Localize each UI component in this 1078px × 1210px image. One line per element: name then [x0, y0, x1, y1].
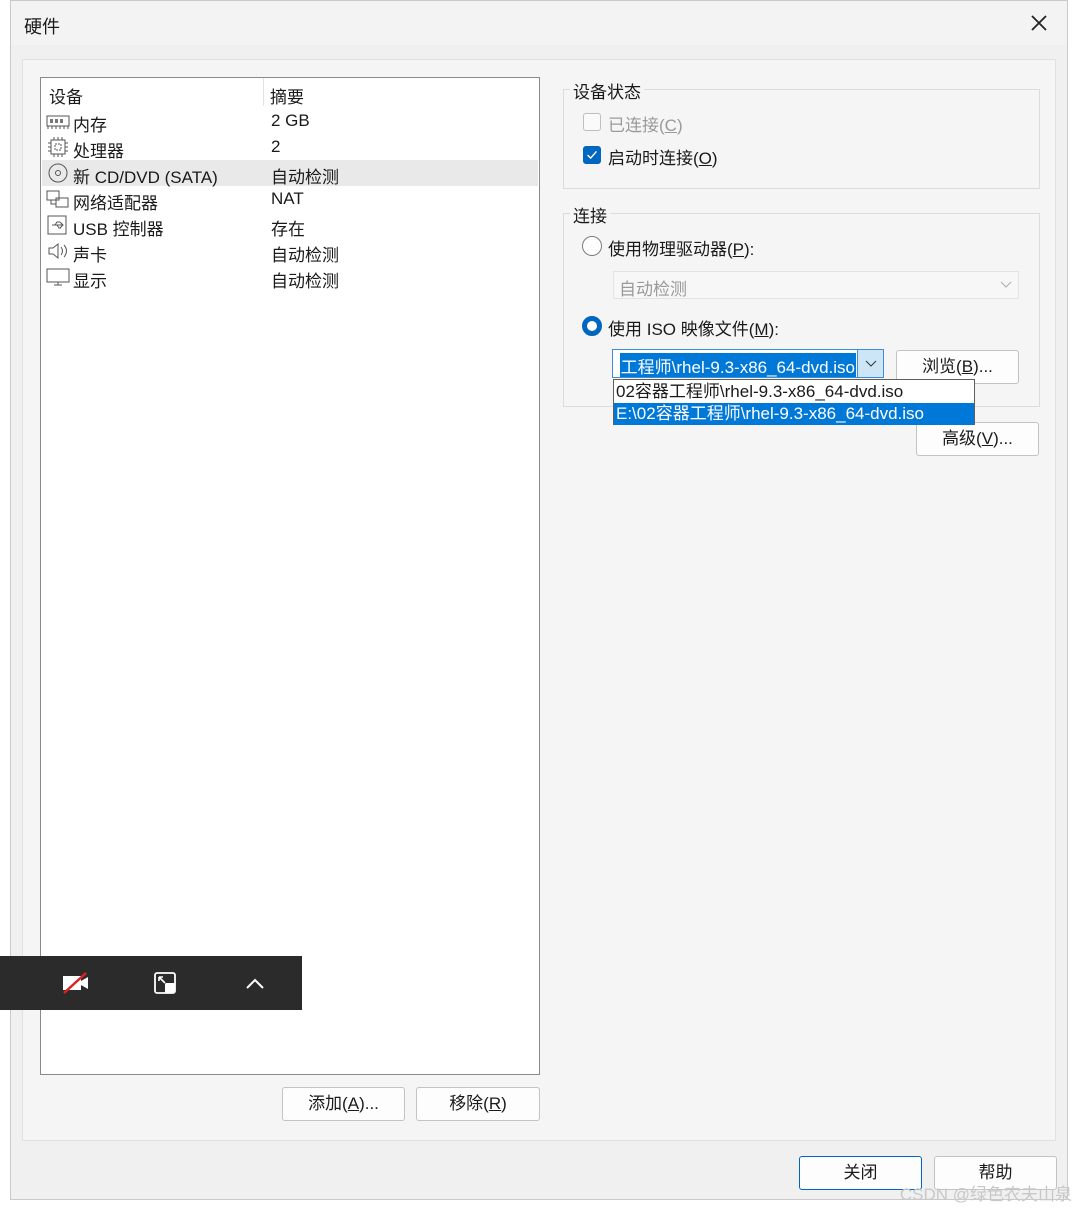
speaker-icon: [48, 242, 67, 260]
device-name: 网络适配器: [73, 194, 158, 213]
remove-button[interactable]: 移除(R): [416, 1087, 540, 1121]
column-header-device[interactable]: 设备: [49, 83, 83, 108]
device-row-memory[interactable]: 内存 2 GB: [42, 108, 538, 135]
cd-dvd-icon: [48, 163, 68, 183]
hardware-dialog: 硬件 设备 摘要 内存 2 GB 处理器 2 新 CD/DVD (SATA) 自…: [10, 0, 1068, 1200]
monitor-icon: [46, 268, 70, 286]
device-list-header: 设备 摘要: [41, 78, 539, 108]
device-summary: 2 GB: [271, 111, 310, 130]
memory-icon: [46, 115, 70, 129]
device-name: USB 控制器: [73, 220, 164, 239]
device-row-sound[interactable]: 声卡 自动检测: [42, 238, 538, 265]
device-row-processor[interactable]: 处理器 2: [42, 134, 538, 161]
connection-title: 连接: [570, 202, 610, 227]
connected-label: 已连接(C): [608, 116, 683, 135]
add-button[interactable]: 添加(A)...: [282, 1087, 405, 1121]
device-name: 处理器: [73, 142, 124, 161]
device-row-usb[interactable]: USB 控制器 存在: [42, 212, 538, 239]
iso-option-highlighted[interactable]: E:\02容器工程师\rhel-9.3-x86_64-dvd.iso: [614, 403, 974, 425]
watermark: CSDN @绿色农夫山泉: [899, 1185, 1072, 1204]
device-list[interactable]: 设备 摘要 内存 2 GB 处理器 2 新 CD/DVD (SATA) 自动检测…: [40, 77, 540, 1075]
column-divider[interactable]: [263, 78, 264, 106]
camera-off-icon[interactable]: [62, 972, 90, 994]
checkmark-icon: [587, 150, 597, 160]
device-name: 内存: [73, 116, 107, 135]
connected-checkbox[interactable]: [583, 113, 601, 131]
device-status-title: 设备状态: [570, 78, 644, 103]
physical-drive-select[interactable]: 自动检测: [613, 271, 1019, 299]
connect-at-power-on-checkbox[interactable]: [583, 146, 601, 164]
device-name: 声卡: [73, 246, 107, 265]
iso-option[interactable]: 02容器工程师\rhel-9.3-x86_64-dvd.iso: [614, 381, 974, 403]
iso-path-combobox[interactable]: 工程师\rhel-9.3-x86_64-dvd.iso: [612, 349, 884, 378]
physical-drive-label: 使用物理驱动器(P):: [608, 240, 755, 259]
iso-path-input[interactable]: 工程师\rhel-9.3-x86_64-dvd.iso: [619, 353, 856, 377]
minimize-window-icon[interactable]: [153, 971, 179, 997]
device-summary: 存在: [271, 220, 305, 239]
window-title: 硬件: [24, 17, 60, 37]
connect-at-power-on-label: 启动时连接(O): [608, 149, 718, 168]
device-row-display[interactable]: 显示 自动检测: [42, 264, 538, 291]
floating-toolbar: [0, 956, 302, 1010]
device-row-network[interactable]: 网络适配器 NAT: [42, 186, 538, 213]
iso-image-radio[interactable]: [582, 316, 602, 336]
chevron-down-icon: [865, 360, 877, 367]
advanced-button[interactable]: 高级(V)...: [916, 422, 1039, 456]
device-name: 新 CD/DVD (SATA): [73, 168, 218, 187]
device-summary: 自动检测: [271, 168, 339, 187]
device-summary: NAT: [271, 189, 304, 208]
device-row-cd-dvd[interactable]: 新 CD/DVD (SATA) 自动检测: [42, 160, 538, 187]
column-header-summary[interactable]: 摘要: [270, 83, 304, 108]
usb-icon: [47, 215, 67, 235]
network-icon: [46, 190, 69, 208]
device-summary: 自动检测: [271, 246, 339, 265]
iso-image-label: 使用 ISO 映像文件(M):: [608, 320, 779, 339]
physical-drive-value: 自动检测: [619, 280, 687, 299]
device-name: 显示: [73, 272, 107, 291]
title-bar: 硬件: [11, 1, 1067, 45]
device-summary: 自动检测: [271, 272, 339, 291]
iso-dropdown-list: 02容器工程师\rhel-9.3-x86_64-dvd.iso E:\02容器工…: [613, 379, 975, 425]
device-summary: 2: [271, 137, 281, 156]
cpu-icon: [48, 137, 68, 157]
iso-dropdown-button[interactable]: [857, 350, 883, 377]
chevron-up-icon[interactable]: [245, 976, 265, 990]
close-icon[interactable]: [1025, 9, 1053, 37]
chevron-down-icon: [1000, 281, 1012, 288]
physical-drive-radio[interactable]: [582, 236, 602, 256]
device-status-group: [563, 89, 1040, 189]
